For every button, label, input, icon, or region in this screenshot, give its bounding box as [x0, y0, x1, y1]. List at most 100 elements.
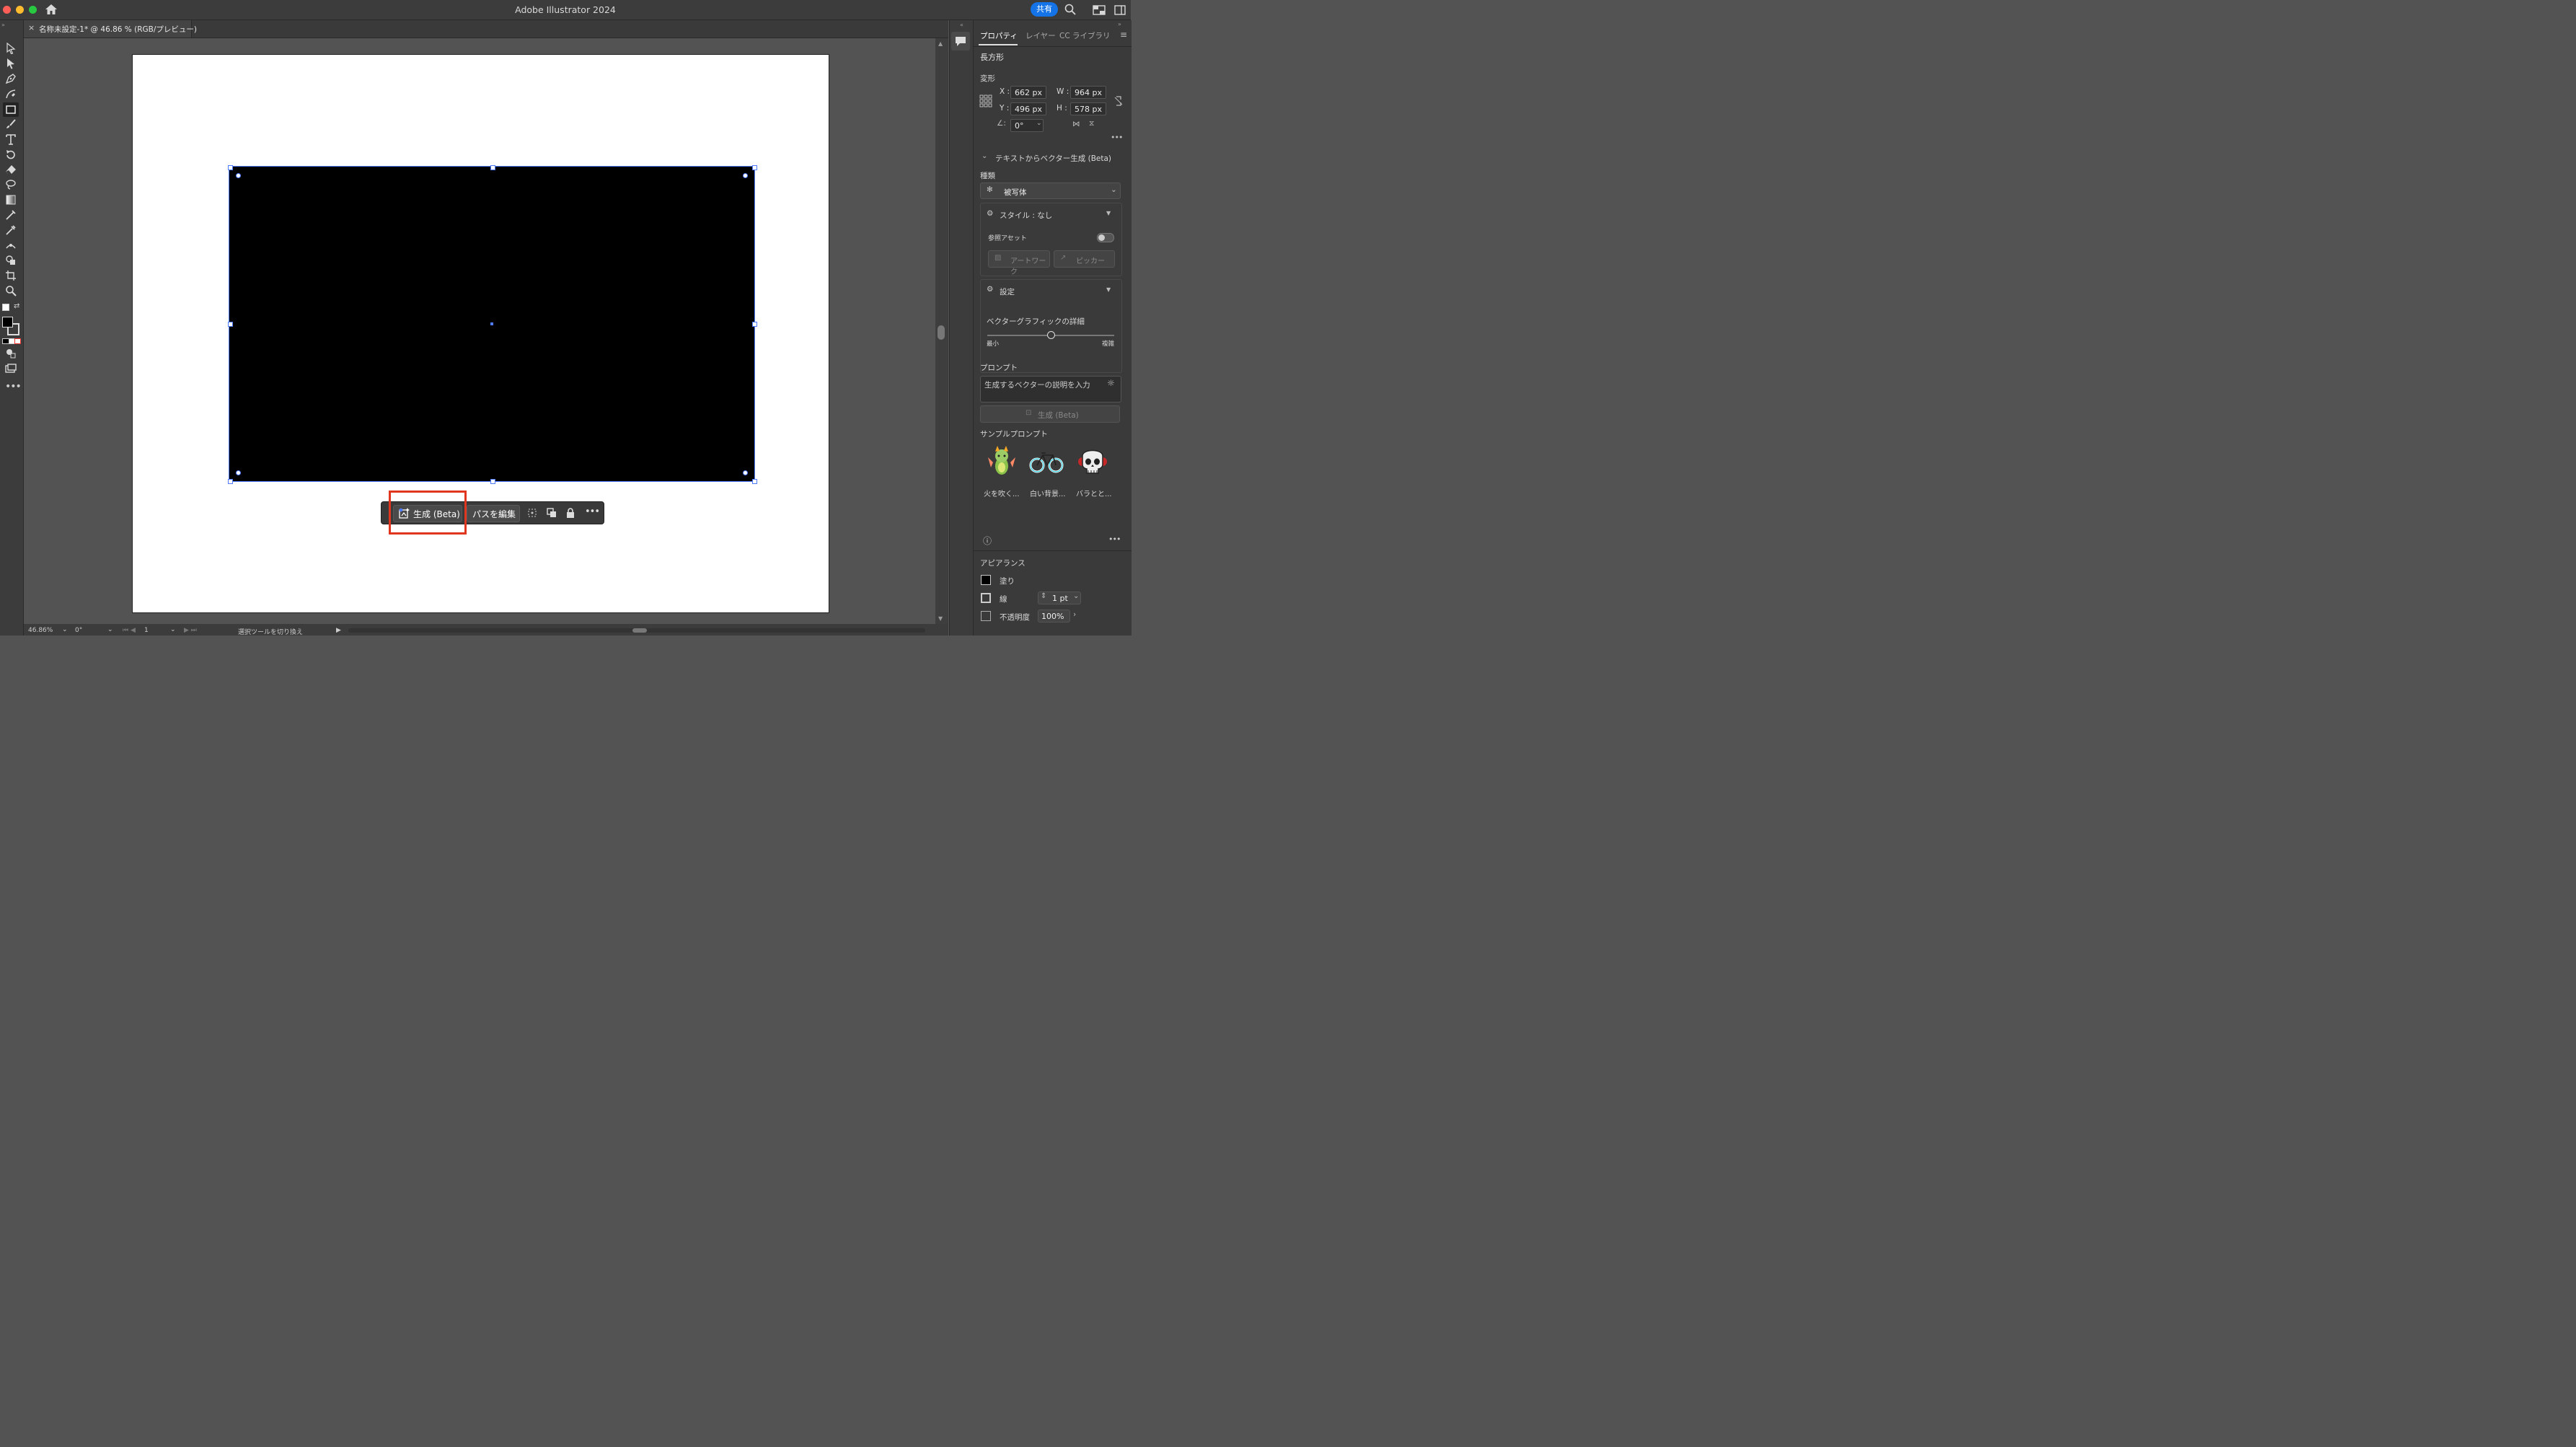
offset-path-icon[interactable] [526, 507, 538, 519]
opacity-more-icon[interactable]: › [1073, 610, 1076, 619]
panel-toggle-icon[interactable] [1114, 4, 1126, 18]
direct-selection-tool-icon[interactable] [4, 57, 17, 70]
search-icon[interactable] [1064, 4, 1076, 18]
panel-menu-icon[interactable]: ≡ [1120, 30, 1127, 40]
edit-toolbar-icon[interactable]: ••• [5, 381, 22, 392]
gradient-tool-icon[interactable] [4, 193, 17, 206]
flip-vertical-icon[interactable]: ⧖ [1089, 119, 1094, 128]
mesh-tool-icon[interactable] [4, 208, 17, 221]
fill-color-swatch[interactable] [981, 575, 991, 585]
detail-slider[interactable] [987, 331, 1114, 339]
style-label[interactable]: スタイル : なし [1000, 210, 1052, 221]
type-dropdown[interactable]: ✻ 被写体 ⌄ [980, 182, 1121, 199]
more-transform-icon[interactable]: ••• [1111, 133, 1123, 142]
status-menu-icon[interactable]: ▶ [336, 627, 341, 634]
scroll-up-icon[interactable]: ▲ [938, 40, 943, 47]
shape-builder-tool-icon[interactable] [4, 254, 17, 267]
sample-label-3[interactable]: バラとと... [1076, 488, 1112, 498]
curvature-tool-icon[interactable] [4, 87, 17, 100]
artboard-number[interactable]: 1 [144, 627, 149, 634]
h-field[interactable]: 578 px [1070, 102, 1106, 115]
settings-label[interactable]: 設定 [1000, 286, 1015, 297]
reference-point-icon[interactable] [979, 94, 992, 110]
corner-widget-br[interactable] [743, 470, 748, 475]
bounding-handle-bl[interactable] [228, 479, 233, 484]
paintbrush-tool-icon[interactable] [4, 118, 17, 131]
collapse-dock-icon[interactable]: « [960, 22, 963, 28]
picker-button[interactable]: ↗ ピッカー [1054, 250, 1115, 268]
eraser-tool-icon[interactable] [4, 163, 17, 176]
section-collapse-icon[interactable]: ⌄ [982, 152, 987, 160]
scroll-down-icon[interactable]: ▼ [938, 615, 943, 622]
y-field[interactable]: 496 px [1010, 102, 1046, 115]
bounding-handle-tc[interactable] [490, 165, 495, 170]
info-icon[interactable]: ⓘ [983, 535, 992, 547]
default-colors-icon[interactable] [2, 304, 9, 311]
none-mode-icon[interactable] [14, 338, 21, 344]
w-field[interactable]: 964 px [1070, 86, 1106, 99]
bounding-handle-ml[interactable] [228, 322, 233, 327]
screen-mode-icon[interactable] [4, 362, 17, 375]
style-expand-icon[interactable]: ▼ [1106, 210, 1111, 216]
zoom-dropdown-icon[interactable]: ⌄ [62, 626, 68, 633]
tab-properties[interactable]: プロパティ [980, 30, 1018, 41]
flip-horizontal-icon[interactable]: ⋈ [1072, 120, 1080, 128]
artboard-dropdown-icon[interactable]: ⌄ [170, 626, 176, 633]
bounding-handle-br[interactable] [752, 479, 757, 484]
document-tab[interactable]: × 名称未設定-1* @ 46.86 % (RGB/プレビュー) [24, 20, 197, 38]
workspace-icon[interactable] [1093, 4, 1106, 18]
scroll-thumb[interactable] [938, 325, 945, 340]
rotate-tool-icon[interactable] [4, 148, 17, 161]
hscroll-thumb[interactable] [632, 628, 647, 633]
zoom-level[interactable]: 46.86% [28, 627, 53, 634]
artboard-tool-icon[interactable] [4, 269, 17, 282]
reference-asset-toggle[interactable] [1097, 233, 1114, 242]
type-tool-icon[interactable] [4, 133, 17, 146]
zoom-tool-icon[interactable] [4, 284, 17, 297]
opacity-field[interactable]: 100% [1038, 610, 1070, 623]
vertical-scrollbar[interactable]: ▲ ▼ [935, 38, 948, 624]
lasso-tool-icon[interactable] [4, 178, 17, 191]
duplicate-icon[interactable] [546, 507, 557, 519]
lightbulb-icon[interactable]: ☼ [1107, 378, 1115, 388]
stroke-stepper-icon[interactable]: ⇕ [1041, 592, 1046, 600]
lock-icon[interactable] [565, 507, 576, 519]
sample-dragon-thumbnail[interactable] [987, 444, 1016, 483]
rotation-value[interactable]: 0° [75, 627, 82, 634]
pen-tool-icon[interactable] [4, 72, 17, 85]
bounding-handle-tr[interactable] [752, 165, 757, 170]
corner-widget-tl[interactable] [236, 173, 241, 178]
stroke-weight-field[interactable]: ⇕ 1 pt ⌄ [1038, 591, 1081, 604]
eyedropper-tool-icon[interactable] [4, 224, 17, 237]
width-tool-icon[interactable] [4, 239, 17, 252]
rotation-dropdown-icon[interactable]: ⌄ [107, 626, 113, 633]
bounding-handle-tl[interactable] [228, 165, 233, 170]
sample-skull-thumbnail[interactable] [1077, 446, 1108, 481]
comments-panel-button[interactable] [951, 32, 970, 50]
bounding-handle-mr[interactable] [752, 322, 757, 327]
sample-label-2[interactable]: 白い背景... [1030, 488, 1066, 498]
corner-widget-bl[interactable] [236, 470, 241, 475]
sample-bicycle-thumbnail[interactable] [1028, 449, 1064, 476]
stroke-color-swatch[interactable] [981, 593, 991, 603]
rectangle-tool-icon[interactable] [3, 102, 19, 117]
constrain-proportions-icon[interactable] [1113, 95, 1124, 109]
prompt-input[interactable]: 生成するベクターの説明を入力 ☼ [980, 376, 1121, 403]
selection-tool-icon[interactable] [4, 42, 17, 55]
stroke-weight-dropdown-icon[interactable]: ⌄ [1073, 592, 1079, 600]
tab-layers[interactable]: レイヤー [1025, 30, 1056, 41]
angle-dropdown-icon[interactable]: ⌄ [1036, 120, 1042, 127]
detail-slider-knob[interactable] [1047, 331, 1055, 339]
panel-generate-button[interactable]: ⊡ 生成 (Beta) [980, 405, 1120, 423]
first-artboard-icon[interactable]: ⏮ ◀ [123, 627, 136, 634]
sample-label-1[interactable]: 火を吹く... [984, 488, 1020, 498]
share-button[interactable]: 共有 [1031, 2, 1058, 17]
last-artboard-icon[interactable]: ▶ ⏭ [184, 627, 197, 634]
swap-colors-icon[interactable]: ⇄ [14, 302, 19, 310]
settings-expand-icon[interactable]: ▼ [1106, 286, 1111, 293]
collapse-toolbar-icon[interactable]: » [1, 22, 5, 28]
x-field[interactable]: 662 px [1010, 86, 1046, 99]
more-options-icon[interactable]: ••• [585, 506, 600, 517]
bounding-handle-bc[interactable] [490, 479, 495, 484]
close-tab-icon[interactable]: × [28, 23, 35, 32]
